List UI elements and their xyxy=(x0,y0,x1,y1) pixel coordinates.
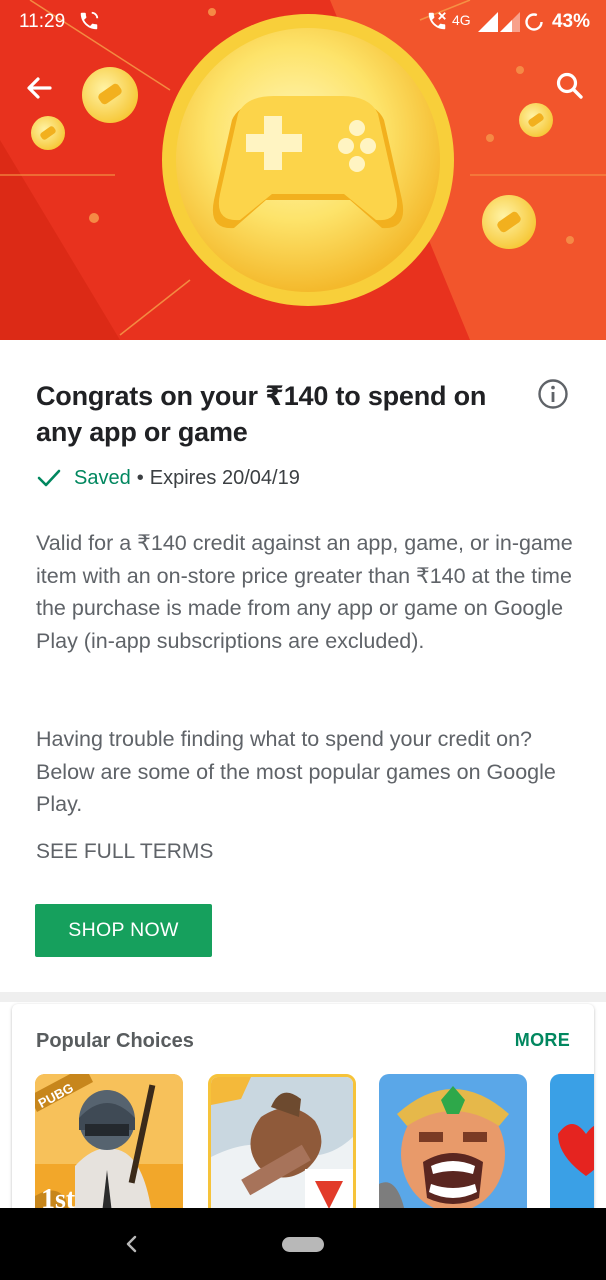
hero-banner: 11:29 4G 43% xyxy=(0,0,606,340)
section-divider xyxy=(0,992,606,1002)
navigation-bar xyxy=(0,1208,606,1280)
offer-help-text: Having trouble finding what to spend you… xyxy=(36,727,556,816)
signal-icon xyxy=(478,12,498,32)
hero-background xyxy=(0,0,606,340)
offer-description: Valid for a ₹140 credit against an app, … xyxy=(36,531,573,653)
status-time: 11:29 xyxy=(19,11,66,32)
network-type: 4G xyxy=(452,12,471,28)
saved-label: Saved xyxy=(74,466,131,489)
lords-mobile-app-icon[interactable] xyxy=(379,1074,527,1222)
candy-app-icon[interactable] xyxy=(550,1074,594,1222)
volte-call-icon xyxy=(428,12,446,30)
wifi-calling-icon xyxy=(80,11,99,30)
info-icon[interactable] xyxy=(537,378,569,410)
see-full-terms-link[interactable]: SEE FULL TERMS xyxy=(36,840,213,864)
signal-2-icon xyxy=(500,12,520,32)
check-icon xyxy=(37,469,61,487)
pubg-app-icon[interactable]: PUBG 1st xyxy=(35,1074,183,1222)
battery-saver-icon xyxy=(525,13,543,31)
shop-now-button[interactable]: SHOP NOW xyxy=(35,904,212,957)
search-icon[interactable] xyxy=(550,66,590,106)
offer-section: Congrats on your ₹140 to spend on any ap… xyxy=(0,340,606,992)
status-bar: 11:29 4G 43% xyxy=(0,0,606,48)
free-fire-app-icon[interactable] xyxy=(208,1074,356,1222)
nav-back-icon[interactable] xyxy=(120,1232,144,1256)
more-button[interactable]: MORE xyxy=(515,1030,570,1051)
saved-status: Saved • Expires 20/04/19 xyxy=(36,464,300,492)
battery-level: 43% xyxy=(551,11,590,32)
popular-choices-title: Popular Choices xyxy=(36,1030,194,1052)
expiry-date: Expires 20/04/19 xyxy=(149,466,300,489)
offer-title: Congrats on your ₹140 to spend on any ap… xyxy=(36,381,487,447)
nav-home-pill[interactable] xyxy=(282,1237,324,1252)
back-arrow-icon[interactable] xyxy=(20,68,60,108)
separator-dot: • xyxy=(136,466,144,489)
